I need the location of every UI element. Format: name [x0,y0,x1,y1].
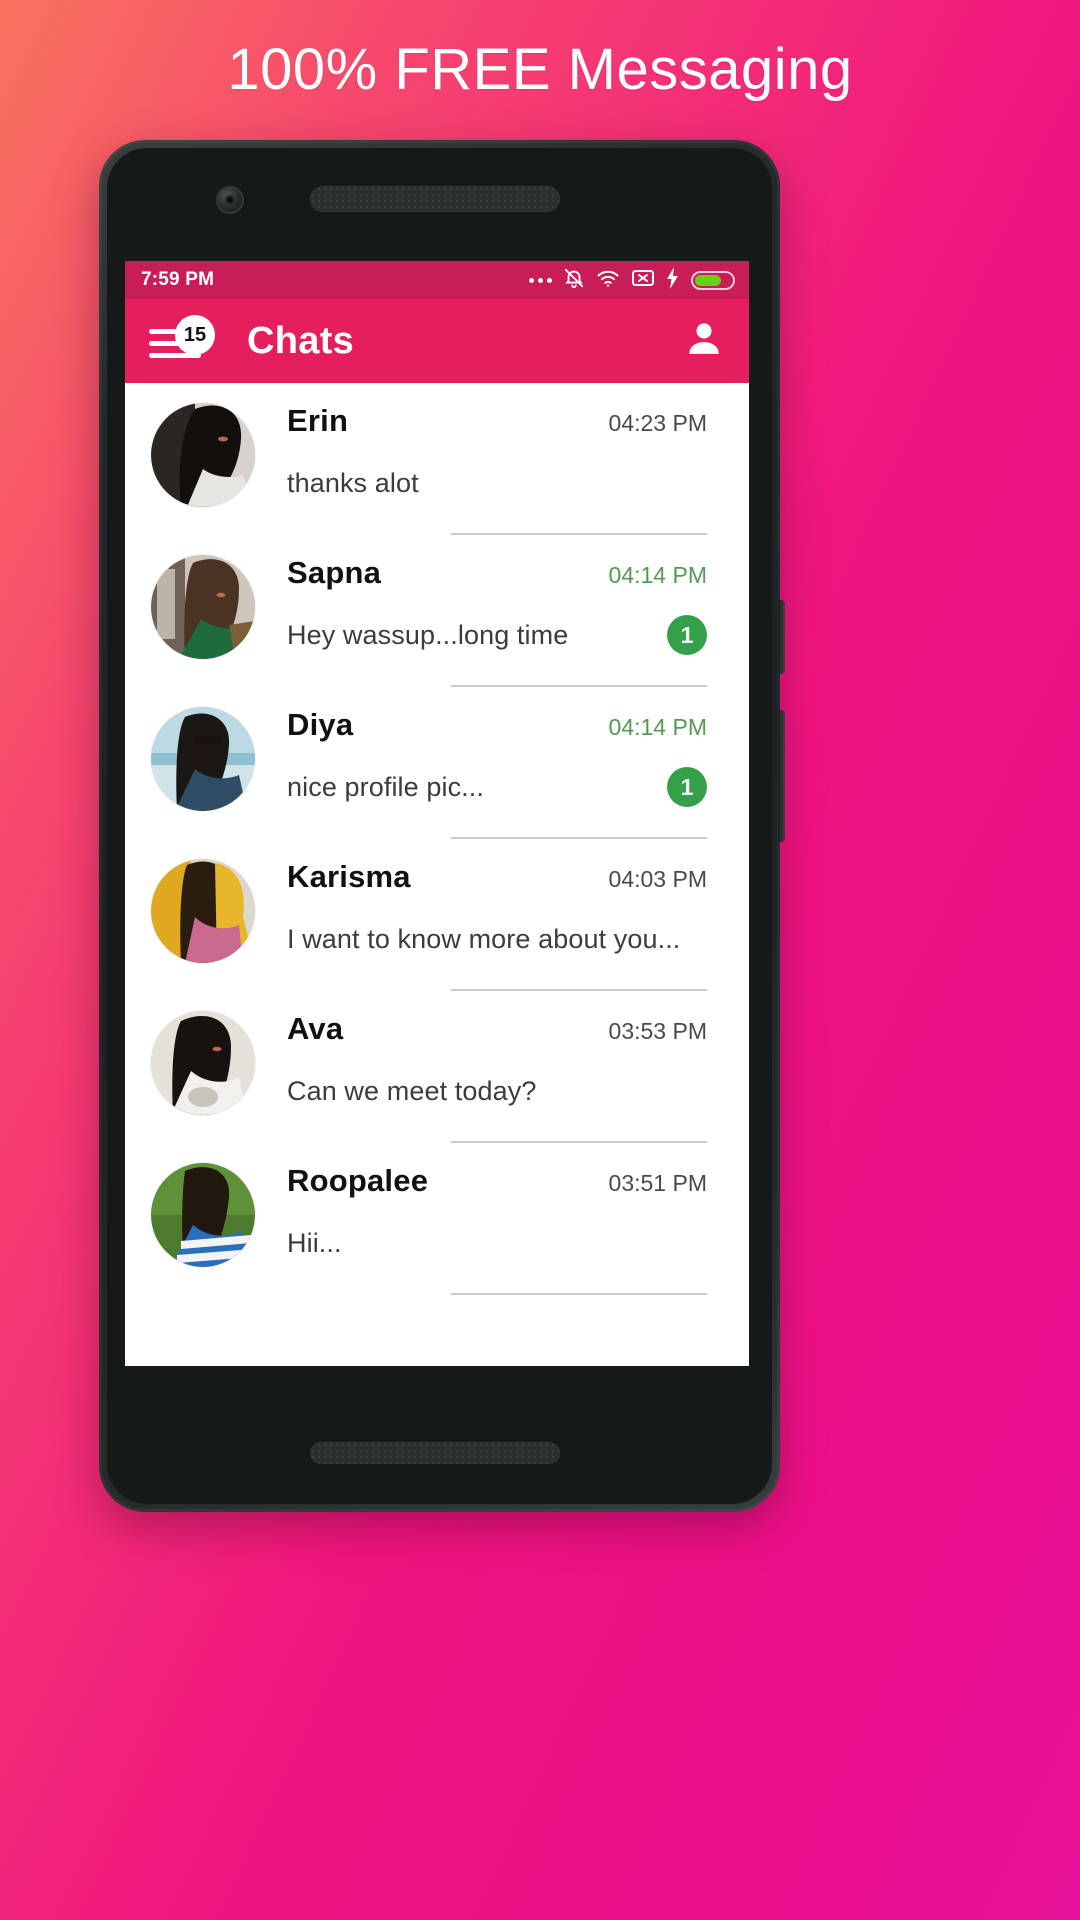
profile-button[interactable] [681,318,727,364]
app-bar: 15 Chats [125,299,749,383]
chat-message: thanks alot [287,467,419,498]
chat-name: Diya [287,707,354,742]
avatar[interactable] [151,707,255,811]
chat-time: 03:51 PM [608,1170,707,1196]
chat-list-item[interactable]: Diya 04:14 PM nice profile pic... 1 [125,687,749,839]
battery-level [695,274,721,286]
page-title: Chats [247,319,355,362]
chat-time: 04:23 PM [608,410,707,436]
bottom-speaker [310,1442,560,1464]
status-bar: 7:59 PM [125,261,749,299]
front-camera-icon [216,186,244,214]
charging-bolt-icon [666,266,680,294]
avatar[interactable] [151,859,255,963]
chat-time: 04:14 PM [608,714,707,740]
chat-list: Erin 04:23 PM thanks alot Sapna 04:14 PM… [125,383,749,1295]
chat-message: Hey wassup...long time [287,619,569,650]
unread-badge: 1 [667,767,707,807]
chat-list-item[interactable]: Sapna 04:14 PM Hey wassup...long time 1 [125,535,749,687]
bell-muted-icon [563,267,585,294]
wifi-icon [596,268,620,293]
battery-icon [691,270,735,290]
person-icon [683,318,725,365]
chat-list-item[interactable]: Erin 04:23 PM thanks alot [125,383,749,535]
chat-time: 03:53 PM [608,1018,707,1044]
chat-list-item[interactable]: Karisma 04:03 PM I want to know more abo… [125,839,749,991]
volume-button[interactable] [778,710,785,842]
status-icon-group [529,266,735,294]
phone-mockup: 7:59 PM 15 Chats Erin 04:23 PM thanks al… [99,140,785,1512]
promo-banner: 100% FREE Messaging [0,0,1080,138]
status-time: 7:59 PM [141,269,215,290]
avatar[interactable] [151,403,255,507]
no-sim-icon [631,268,655,293]
chat-name: Roopalee [287,1163,429,1198]
avatar[interactable] [151,1011,255,1115]
chat-time: 04:03 PM [608,866,707,892]
more-dots-icon [529,277,552,283]
power-button[interactable] [778,600,785,674]
chat-name: Karisma [287,859,411,894]
avatar[interactable] [151,1163,255,1267]
chat-message: Can we meet today? [287,1075,537,1106]
chat-message: Hii... [287,1227,342,1258]
chat-name: Sapna [287,555,382,590]
chat-name: Erin [287,403,349,438]
avatar[interactable] [151,555,255,659]
unread-badge: 1 [667,615,707,655]
chat-list-item[interactable]: Roopalee 03:51 PM Hii... [125,1143,749,1295]
menu-badge: 15 [175,315,215,355]
chat-list-item[interactable]: Ava 03:53 PM Can we meet today? [125,991,749,1143]
phone-screen: 7:59 PM 15 Chats Erin 04:23 PM thanks al… [125,261,749,1366]
chat-time: 04:14 PM [608,562,707,588]
chat-message: I want to know more about you... [287,923,681,954]
chat-message: nice profile pic... [287,771,484,802]
earpiece-speaker [310,186,560,212]
hamburger-menu-icon[interactable]: 15 [149,315,215,363]
chat-name: Ava [287,1011,344,1046]
promo-headline: 100% FREE Messaging [227,36,853,102]
list-divider [451,1293,707,1295]
